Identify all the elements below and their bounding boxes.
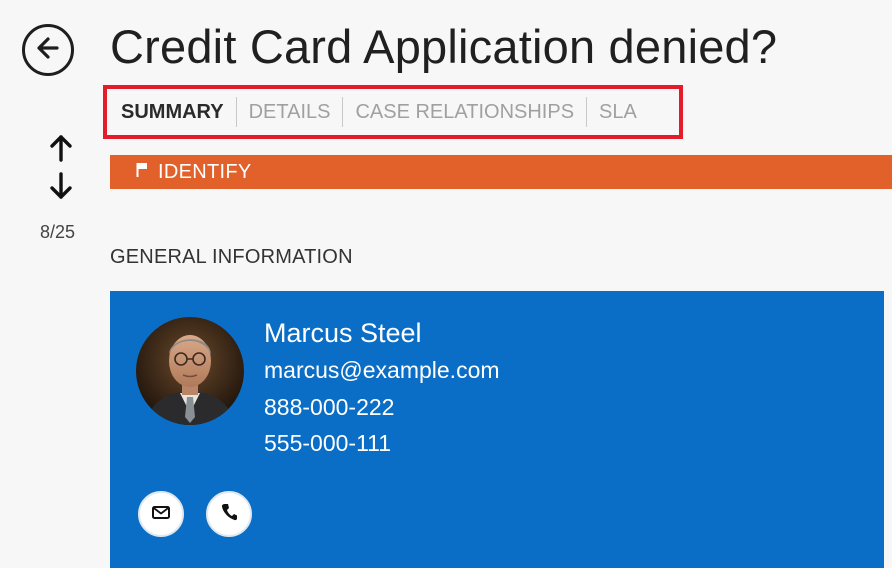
arrow-down-icon	[49, 171, 73, 206]
tab-bar: SUMMARY DETAILS CASE RELATIONSHIPS SLA	[103, 85, 683, 139]
envelope-icon	[151, 504, 171, 525]
flag-icon	[136, 162, 148, 183]
process-stage-bar[interactable]: IDENTIFY	[110, 155, 892, 189]
previous-record-button[interactable]	[44, 133, 78, 167]
stage-label: IDENTIFY	[158, 160, 252, 183]
contact-phone-secondary[interactable]: 555-000-111	[264, 430, 391, 457]
contact-email[interactable]: marcus@example.com	[264, 357, 500, 384]
back-arrow-icon	[33, 33, 63, 68]
arrow-up-icon	[49, 133, 73, 168]
section-heading: GENERAL INFORMATION	[110, 246, 353, 268]
avatar[interactable]	[136, 317, 244, 425]
contact-name: Marcus Steel	[264, 318, 422, 348]
contact-card: Marcus Steel marcus@example.com 888-000-…	[110, 291, 884, 568]
tab-summary[interactable]: SUMMARY	[121, 97, 236, 127]
phone-icon	[220, 502, 238, 527]
contact-phone-primary[interactable]: 888-000-222	[264, 394, 394, 421]
send-email-button[interactable]	[138, 491, 184, 537]
tab-sla[interactable]: SLA	[586, 97, 649, 127]
call-button[interactable]	[206, 491, 252, 537]
tab-details[interactable]: DETAILS	[235, 97, 343, 127]
back-button[interactable]	[22, 24, 74, 76]
page-title: Credit Card Application denied?	[110, 20, 778, 73]
next-record-button[interactable]	[44, 171, 78, 205]
record-position: 8/25	[40, 222, 76, 242]
tab-case-relationships[interactable]: CASE RELATIONSHIPS	[342, 97, 586, 127]
